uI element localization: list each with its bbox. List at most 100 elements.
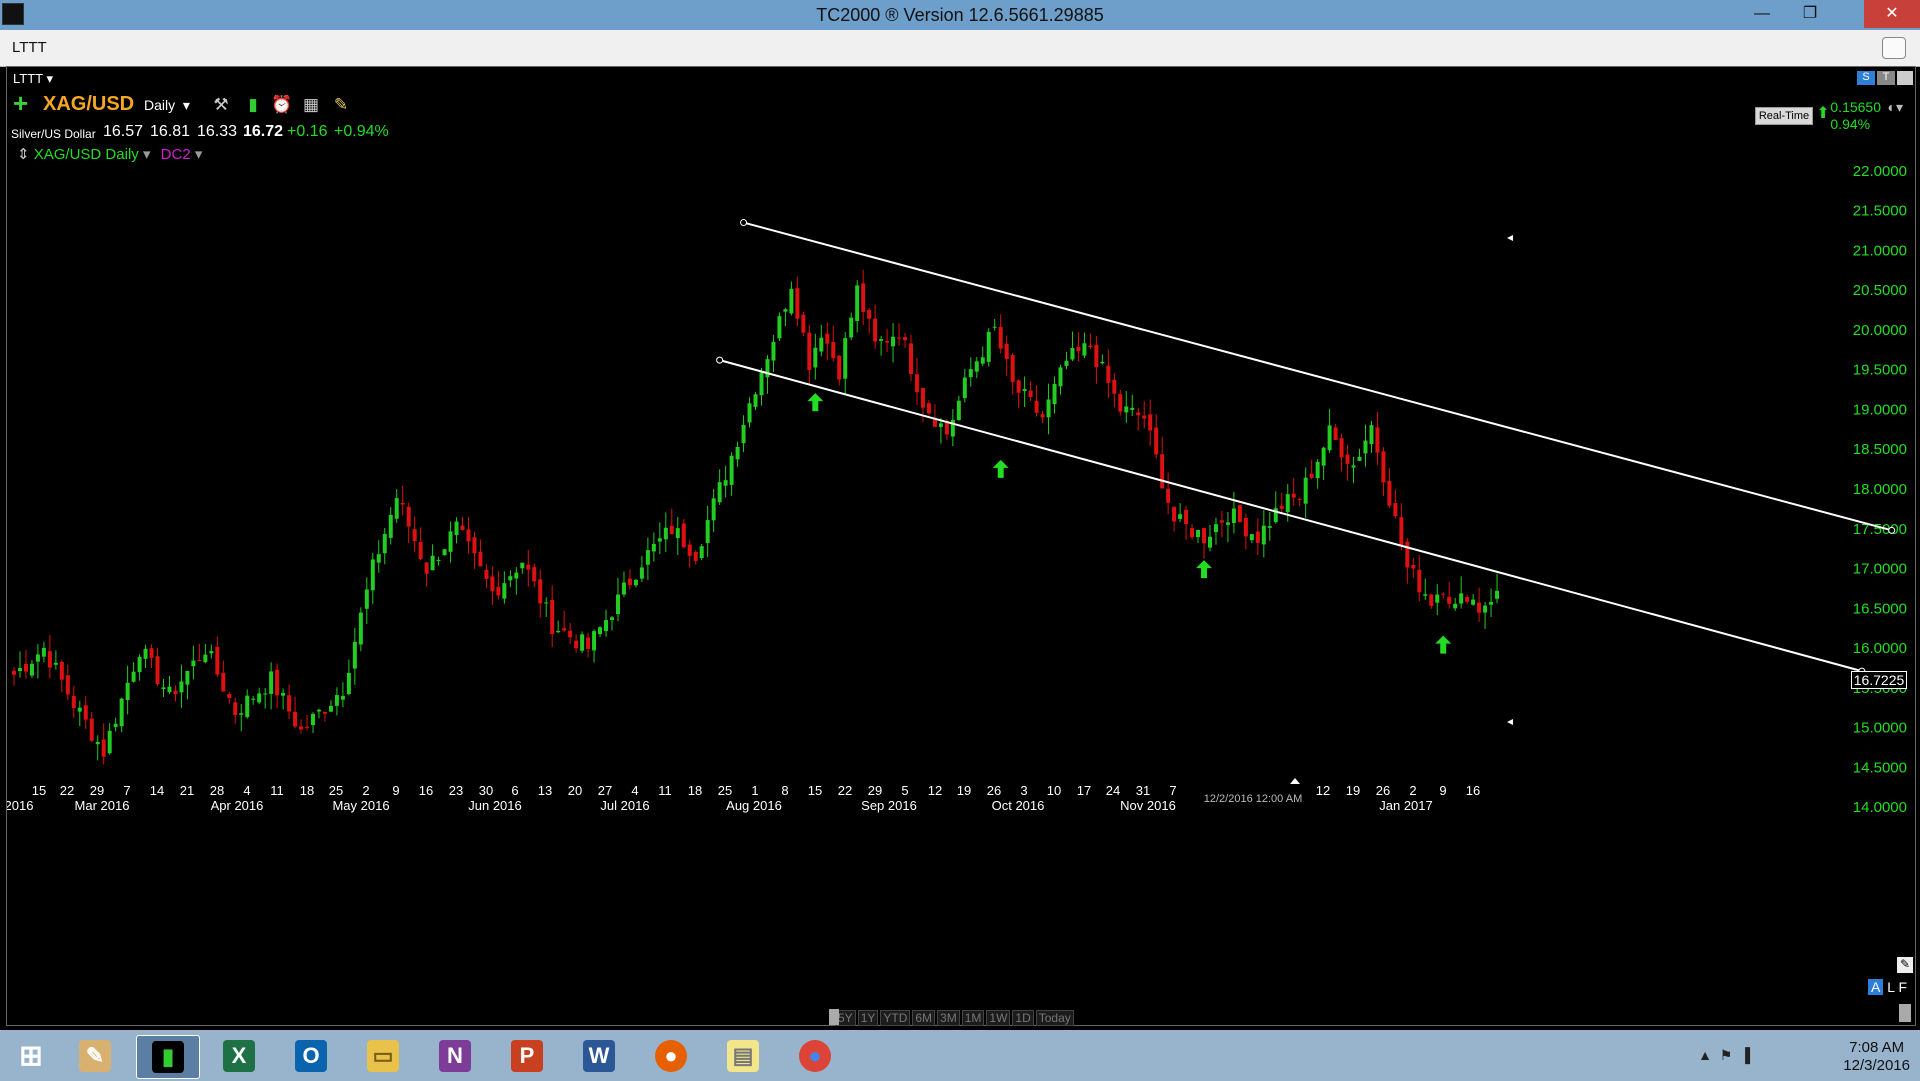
price-chart[interactable]: 22.0000 21.5000 21.0000 20.5000 20.0000 19.50… <box>7 67 1915 1025</box>
candle-body <box>885 341 890 343</box>
document-tab[interactable]: LTTT <box>12 39 47 56</box>
candle-body <box>340 695 345 700</box>
candle-body <box>1363 440 1368 454</box>
candle-body <box>1088 345 1093 348</box>
x-day-label: 27 <box>598 783 612 798</box>
range-1d[interactable]: 1D <box>1012 1010 1034 1026</box>
candle-body <box>448 531 453 552</box>
range-1m[interactable]: 1M <box>961 1010 985 1026</box>
excel-icon[interactable]: X <box>208 1035 270 1077</box>
candle-body <box>771 341 776 361</box>
candle-body <box>699 546 704 559</box>
candle-body <box>1315 461 1320 479</box>
candle-body <box>1483 605 1488 613</box>
candle-body <box>855 285 860 322</box>
x-month-label: Jan 2017 <box>1379 798 1433 813</box>
outlook-icon[interactable]: O <box>280 1035 342 1077</box>
candle-body <box>759 372 764 396</box>
file-explorer-icon[interactable]: ▭ <box>352 1035 414 1077</box>
candle-body <box>1357 456 1362 461</box>
candle-body <box>1124 406 1129 413</box>
x-day-label: 31 <box>1136 783 1150 798</box>
scale-a[interactable]: A <box>1868 979 1884 995</box>
range-6m[interactable]: 6M <box>912 1010 936 1026</box>
candle-body <box>1130 407 1135 410</box>
trendline-handle <box>1888 526 1896 534</box>
x-day-label: 18 <box>300 783 314 798</box>
candle-body <box>1136 412 1141 416</box>
document-tab-strip: LTTT <box>0 30 1920 67</box>
y-tick-label: 19.5000 <box>1853 362 1907 379</box>
candle-body <box>867 310 872 319</box>
restore-window-icon[interactable] <box>1882 37 1906 59</box>
word-icon[interactable]: W <box>568 1035 630 1077</box>
candle-body <box>1142 415 1147 419</box>
candle-body <box>508 576 513 581</box>
maximize-button[interactable]: ❐ <box>1788 0 1832 28</box>
candle-body <box>1231 508 1236 524</box>
chrome-icon[interactable]: ● <box>784 1035 846 1077</box>
candle-body <box>873 318 878 342</box>
x-month-label: May 2016 <box>332 798 389 813</box>
candle-body <box>1052 383 1057 405</box>
tc2000-icon[interactable]: ▮ <box>136 1035 200 1079</box>
paint-icon[interactable]: ✎ <box>64 1035 126 1077</box>
candle-body <box>1219 520 1224 523</box>
candle-body <box>269 671 274 694</box>
candle-body <box>1016 380 1021 393</box>
candle-body <box>203 654 208 663</box>
candle-body <box>1213 524 1218 533</box>
x-day-label: 9 <box>392 783 399 798</box>
minimize-button[interactable]: — <box>1740 0 1784 28</box>
range-3m[interactable]: 3M <box>937 1010 960 1026</box>
candle-body <box>741 424 746 444</box>
range-scrollbar-thumb[interactable] <box>829 1009 839 1025</box>
x-day-label: 7 <box>123 783 130 798</box>
powerpoint-icon[interactable]: P <box>496 1035 558 1077</box>
scroll-thumb[interactable] <box>1899 1004 1911 1022</box>
candle-body <box>125 682 130 701</box>
firefox-icon[interactable]: ● <box>640 1035 702 1077</box>
onenote-icon[interactable]: N <box>424 1035 486 1077</box>
candle-body <box>1046 399 1051 418</box>
scale-l[interactable]: L <box>1887 979 1894 995</box>
candle-body <box>1309 473 1314 478</box>
candle-body <box>843 338 848 379</box>
candle-body <box>484 569 489 579</box>
candle-body <box>992 326 997 328</box>
candle-body <box>1441 593 1446 595</box>
candle-body <box>819 337 824 352</box>
windows-start-icon[interactable]: ⊞ <box>0 1035 62 1077</box>
scale-f[interactable]: F <box>1898 979 1907 995</box>
candle-body <box>352 641 357 669</box>
candle-body <box>920 388 925 408</box>
candle-body <box>1148 414 1153 431</box>
candle-body <box>556 630 561 633</box>
candle-body <box>41 647 46 657</box>
x-month-label: Apr 2016 <box>211 798 264 813</box>
y-tick-label: 18.5000 <box>1853 441 1907 458</box>
range-1y[interactable]: 1Y <box>857 1010 879 1026</box>
candle-body <box>1369 425 1374 444</box>
candle-body <box>1202 528 1207 544</box>
candle-body <box>406 506 411 527</box>
candle-body <box>1351 465 1356 468</box>
x-month-label: Mar 2016 <box>75 798 130 813</box>
tray-icons[interactable]: ▲ ⚑ ▐ <box>1698 1047 1750 1064</box>
clock[interactable]: 7:08 AM 12/3/2016 <box>1843 1039 1910 1075</box>
candle-body <box>424 562 429 574</box>
range-ytd[interactable]: YTD <box>880 1010 911 1026</box>
candle-body <box>1094 344 1099 367</box>
x-day-label: 4 <box>243 783 250 798</box>
candle-body <box>926 403 931 414</box>
range-1w[interactable]: 1W <box>986 1010 1011 1026</box>
candle-body <box>795 288 800 319</box>
range-today[interactable]: Today <box>1035 1010 1074 1026</box>
candle-body <box>35 654 40 662</box>
draw-tool-icon[interactable]: ✎ <box>1897 957 1913 973</box>
candle-body <box>789 288 794 314</box>
sticky-notes-icon[interactable]: ▤ <box>712 1035 774 1077</box>
close-button[interactable]: ✕ <box>1864 0 1920 28</box>
x-day-label: 19 <box>957 783 971 798</box>
candle-body <box>358 612 363 645</box>
